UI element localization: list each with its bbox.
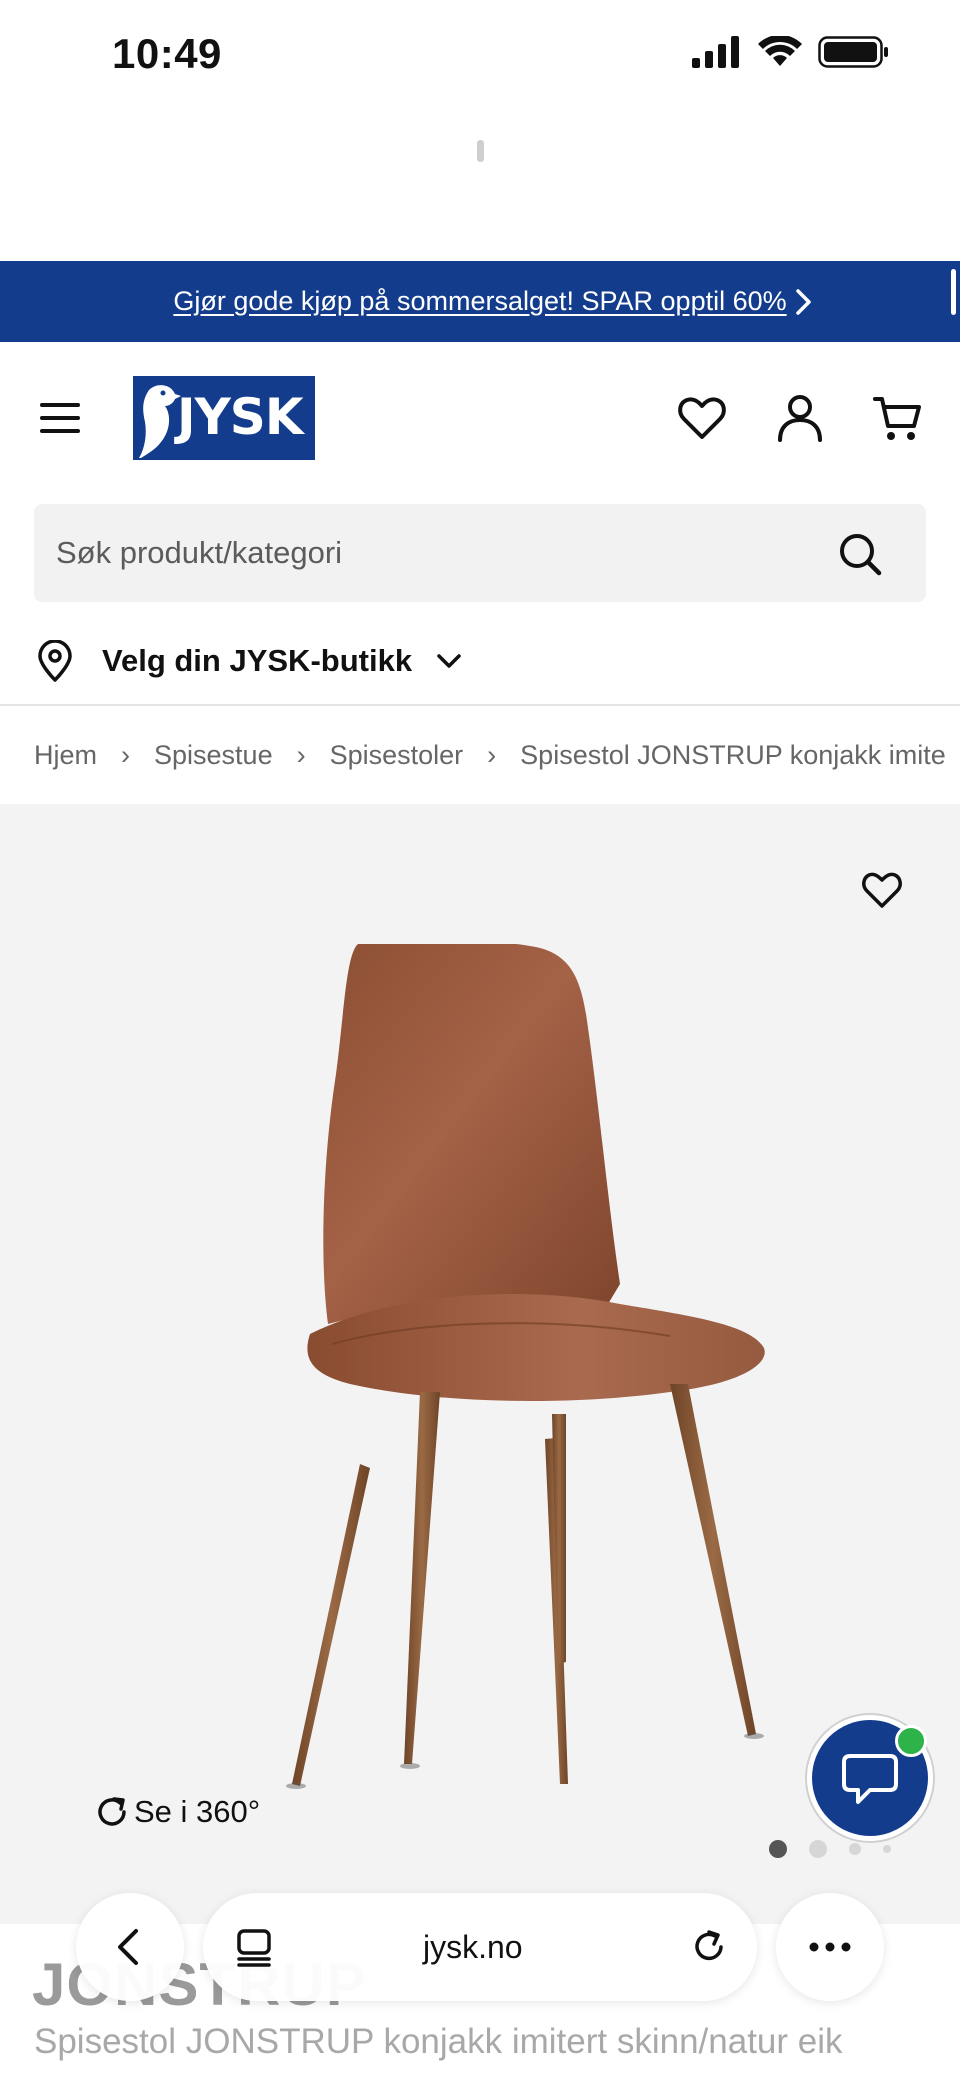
status-icons bbox=[692, 36, 890, 68]
chevron-right-icon[interactable] bbox=[792, 287, 816, 317]
wifi-icon bbox=[758, 36, 802, 66]
search-bar[interactable] bbox=[34, 504, 926, 602]
back-button[interactable] bbox=[76, 1893, 184, 2001]
product-subtitle: Spisestol JONSTRUP konjakk imitert skinn… bbox=[34, 2022, 843, 2061]
gallery-dot-4[interactable] bbox=[883, 1845, 891, 1853]
search-input[interactable] bbox=[56, 504, 816, 602]
breadcrumb: Hjem › Spisestue › Spisestoler › Spisest… bbox=[34, 738, 960, 772]
user-icon[interactable] bbox=[774, 392, 826, 444]
chevron-down-icon[interactable] bbox=[434, 651, 464, 671]
store-selector[interactable]: Velg din JYSK-butikk bbox=[36, 636, 464, 686]
gallery-dot-1[interactable] bbox=[769, 1840, 787, 1858]
heart-icon[interactable] bbox=[676, 392, 728, 444]
bird-logo-icon bbox=[139, 385, 181, 458]
chat-online-indicator bbox=[895, 1725, 927, 1757]
gallery-dot-3[interactable] bbox=[849, 1843, 861, 1855]
promo-banner[interactable]: Gjør gode kjøp på sommersalget! SPAR opp… bbox=[0, 261, 960, 342]
more-icon bbox=[809, 1942, 851, 1952]
header-divider bbox=[0, 704, 960, 706]
chevron-right-icon: › bbox=[296, 739, 306, 770]
site-header: JYSK bbox=[0, 342, 960, 502]
url-text[interactable]: jysk.no bbox=[423, 1929, 523, 1966]
promo-link[interactable]: Gjør gode kjøp på sommersalget! SPAR opp… bbox=[173, 286, 786, 317]
search-icon[interactable] bbox=[838, 532, 882, 576]
back-icon bbox=[118, 1929, 138, 1965]
signal-icon bbox=[692, 36, 739, 68]
breadcrumb-item-home[interactable]: Hjem bbox=[34, 740, 97, 771]
tabs-icon[interactable] bbox=[235, 1927, 275, 1967]
gallery-dot-2[interactable] bbox=[809, 1840, 827, 1858]
product-image bbox=[286, 944, 765, 1789]
loading-indicator bbox=[477, 140, 484, 162]
view-360-button[interactable]: Se i 360° bbox=[94, 1794, 260, 1830]
menu-icon[interactable] bbox=[38, 400, 82, 436]
battery-icon bbox=[818, 36, 888, 68]
chevron-right-icon: › bbox=[121, 739, 131, 770]
heart-icon[interactable] bbox=[860, 870, 904, 910]
view-360-label[interactable]: Se i 360° bbox=[134, 1794, 260, 1830]
breadcrumb-item-current: Spisestol JONSTRUP konjakk imite bbox=[520, 739, 946, 770]
status-time: 10:49 bbox=[112, 30, 222, 77]
breadcrumb-item-spisestue[interactable]: Spisestue bbox=[154, 740, 273, 771]
jysk-logo[interactable]: JYSK bbox=[133, 376, 315, 460]
more-button[interactable] bbox=[776, 1893, 884, 2001]
breadcrumb-item-spisestoler[interactable]: Spisestoler bbox=[330, 740, 464, 771]
gallery-pagination bbox=[769, 1840, 891, 1858]
promo-scroll-indicator bbox=[951, 269, 956, 315]
browser-toolbar: jysk.no bbox=[0, 1885, 960, 2005]
cart-icon[interactable] bbox=[872, 392, 924, 444]
rotate-360-icon bbox=[98, 1797, 126, 1826]
status-bar: 10:49 bbox=[0, 0, 960, 110]
reload-icon[interactable] bbox=[689, 1927, 729, 1967]
location-pin-icon bbox=[38, 640, 72, 682]
chat-icon bbox=[842, 1754, 898, 1804]
chevron-right-icon: › bbox=[487, 739, 497, 770]
address-bar[interactable]: jysk.no bbox=[203, 1893, 757, 2001]
store-selector-label[interactable]: Velg din JYSK-butikk bbox=[102, 643, 412, 679]
logo-text: JYSK bbox=[177, 388, 304, 446]
